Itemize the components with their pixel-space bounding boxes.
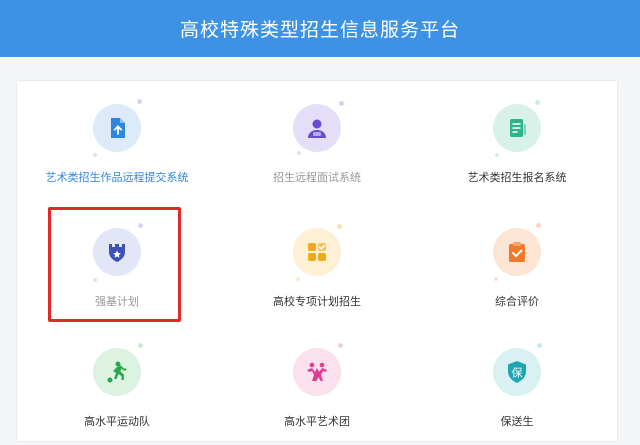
registration-form-icon (493, 104, 541, 152)
tile-art-works-submission[interactable]: 艺术类招生作品远程提交系统 (17, 81, 217, 201)
tile-sports-team[interactable]: 高水平运动队 (17, 325, 217, 445)
tile-label: 招生远程面试系统 (273, 171, 361, 184)
interview-person-icon (293, 104, 341, 152)
highlight-annotation-box (48, 207, 181, 322)
clipboard-check-icon (493, 228, 541, 276)
upload-file-icon (93, 104, 141, 152)
tile-label: 高校专项计划招生 (273, 295, 361, 308)
tile-label: 艺术类招生作品远程提交系统 (45, 171, 189, 184)
tile-label: 综合评价 (495, 295, 539, 308)
dancers-icon (293, 348, 341, 396)
tile-art-troupe[interactable]: 高水平艺术团 (217, 325, 417, 445)
tile-comprehensive-evaluation[interactable]: 综合评价 (417, 205, 617, 325)
tile-label: 艺术类招生报名系统 (467, 171, 567, 184)
grid-check-icon (293, 228, 341, 276)
tile-remote-interview[interactable]: 招生远程面试系统 (217, 81, 417, 201)
top-header: 高校特殊类型招生信息服务平台 (0, 0, 640, 57)
soccer-player-icon (93, 348, 141, 396)
tile-recommended-students[interactable]: 保 保送生 (417, 325, 617, 445)
tile-special-plan[interactable]: 高校专项计划招生 (217, 205, 417, 325)
bao-glyph: 保 (512, 366, 523, 380)
platform-title: 高校特殊类型招生信息服务平台 (179, 19, 460, 41)
bao-badge-icon: 保 (493, 348, 541, 396)
tile-art-registration[interactable]: 艺术类招生报名系统 (417, 81, 617, 201)
